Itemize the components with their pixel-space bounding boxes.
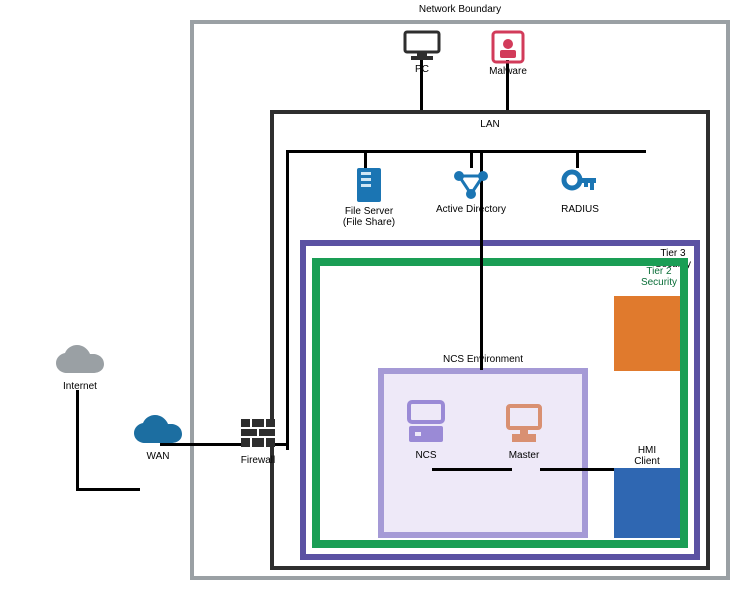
malware-label: Malware [489, 66, 527, 77]
hmi-top-box [614, 296, 680, 371]
internet-node: Internet [50, 345, 110, 392]
internet-label: Internet [63, 381, 97, 392]
fileserver-node: File Server (File Share) [334, 166, 404, 228]
hmi-label: HMI Client [614, 445, 680, 467]
master-hmi-link [540, 468, 614, 471]
lan-bus-top [286, 150, 646, 153]
firewall-node: Firewall [228, 413, 288, 466]
ncs-env-label: NCS Environment [378, 354, 588, 365]
wan-node: WAN [128, 415, 188, 462]
master-node: Master [494, 402, 554, 461]
wan-label: WAN [147, 451, 170, 462]
cloud-icon [131, 415, 185, 449]
directory-icon [449, 166, 493, 202]
pc-label: PC [415, 64, 429, 75]
network-boundary-label: Network Boundary [190, 4, 730, 15]
radius-label: RADIUS [561, 204, 599, 215]
firewall-label: Firewall [241, 455, 275, 466]
pc-icon [403, 30, 441, 62]
ncs-label: NCS [415, 450, 436, 461]
lan-label: LAN [440, 119, 540, 130]
master-label: Master [509, 450, 540, 461]
fileserver-label: File Server (File Share) [343, 206, 395, 228]
server-icon [354, 166, 384, 204]
ncs-master-link [432, 468, 512, 471]
key-icon [560, 166, 600, 202]
pc-icon [504, 402, 544, 448]
firewall-icon [238, 413, 278, 453]
cloud-icon [53, 345, 107, 379]
ncs-node: NCS [396, 398, 456, 461]
tier2-label: Tier 2 Security [634, 266, 684, 288]
radius-node: RADIUS [550, 166, 610, 215]
appliance-icon [403, 398, 449, 448]
malware-icon [491, 30, 525, 64]
link-internet-down [76, 390, 79, 490]
ad-label: Active Directory [436, 204, 506, 215]
hmi-bot-box [614, 468, 680, 538]
lan-bus-left [286, 150, 289, 450]
pc-node: PC [398, 30, 446, 75]
link-internet-across [76, 488, 140, 491]
ad-node: Active Directory [430, 166, 512, 215]
malware-node: Malware [484, 30, 532, 77]
